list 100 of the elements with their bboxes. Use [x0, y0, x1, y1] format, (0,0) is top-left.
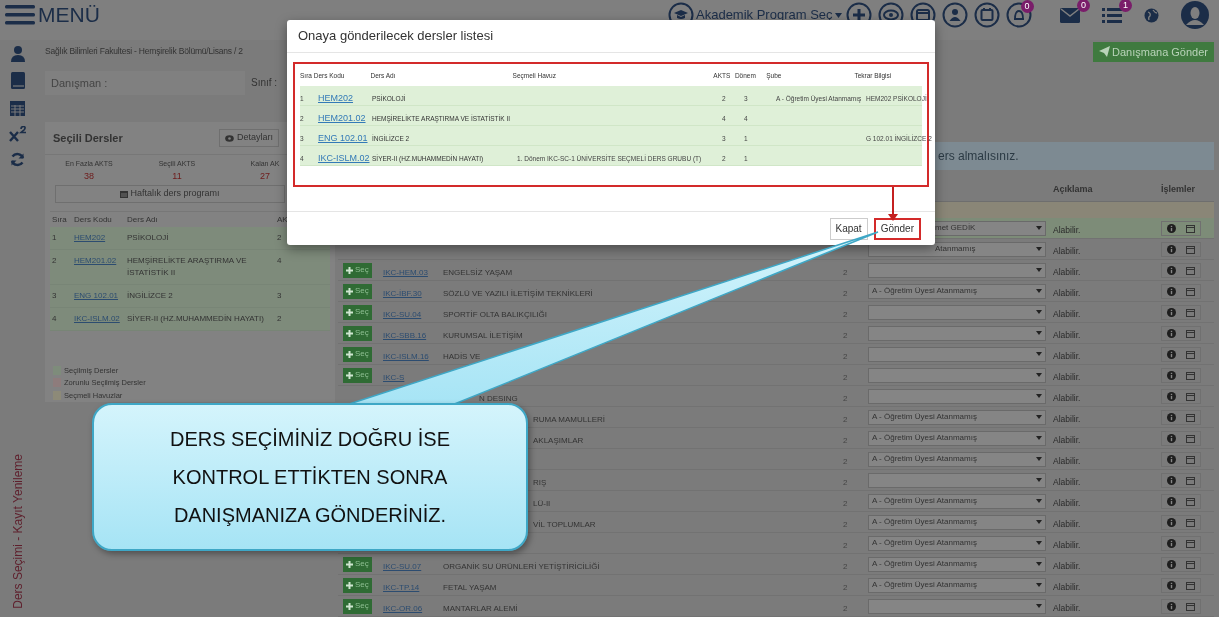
course-code-link[interactable]: HEM202: [314, 92, 353, 103]
calendar-icon[interactable]: [1186, 601, 1195, 611]
info-icon[interactable]: [1167, 328, 1176, 338]
calendar-icon[interactable]: [1186, 370, 1195, 380]
mail-icon[interactable]: [1060, 7, 1080, 23]
section-dropdown[interactable]: A - Öğretim Üyesi Atanmamış: [868, 409, 1046, 425]
section-dropdown[interactable]: A - Öğretim Üyesi Atanmamış: [868, 514, 1046, 530]
select-button[interactable]: Seç: [343, 283, 372, 299]
select-button[interactable]: Seç: [343, 577, 372, 593]
select-button[interactable]: Seç: [343, 304, 372, 320]
course-code-link[interactable]: IKC-SBB.16: [383, 331, 427, 340]
globe-icon[interactable]: [1144, 7, 1159, 23]
course-code-link[interactable]: IKC-İBF.30: [383, 289, 422, 298]
select-button[interactable]: Seç: [343, 367, 372, 383]
calendar-icon[interactable]: [1186, 391, 1195, 401]
avatar-icon[interactable]: [1181, 1, 1209, 29]
section-dropdown[interactable]: A - Öğretim Üyesi Atanmamış: [868, 430, 1046, 446]
close-button[interactable]: Kapat: [829, 217, 868, 240]
section-dropdown[interactable]: A - Öğretim Üyesi Atanmamış: [868, 577, 1046, 593]
select-button[interactable]: Seç: [343, 262, 372, 278]
section-dropdown[interactable]: A - Öğretim Üyesi Atanmamış: [868, 535, 1046, 551]
course-code-link[interactable]: IKC-ISLM.02: [74, 314, 120, 323]
section-dropdown[interactable]: A - Öğretim Üyesi Atanmamış: [868, 493, 1046, 509]
details-button[interactable]: Detayları: [219, 129, 279, 147]
course-code-link[interactable]: IKC-SU.04: [383, 310, 422, 319]
calendar-icon[interactable]: [1186, 496, 1195, 506]
calendar-icon[interactable]: [1186, 433, 1195, 443]
user-icon[interactable]: [10, 46, 25, 62]
info-icon[interactable]: [1167, 475, 1176, 485]
weekly-schedule-button[interactable]: Haftalık ders programı: [55, 185, 285, 203]
info-icon[interactable]: [1167, 286, 1176, 296]
info-icon[interactable]: [1167, 580, 1176, 590]
table-cell-text: 2: [276, 232, 283, 244]
info-icon[interactable]: [1167, 307, 1176, 317]
section-dropdown[interactable]: A - Öğretim Üyesi Atanmamış: [868, 451, 1046, 467]
select-button[interactable]: Seç: [343, 556, 372, 572]
course-name: FETAL YAŞAM: [443, 583, 497, 592]
select-button[interactable]: Seç: [343, 598, 372, 614]
info-icon[interactable]: [1167, 496, 1176, 506]
info-icon[interactable]: [1167, 517, 1176, 527]
info-icon[interactable]: [1167, 391, 1176, 401]
select-button[interactable]: Seç: [343, 346, 372, 362]
calendar-icon[interactable]: [1186, 223, 1195, 233]
info-icon[interactable]: [1167, 223, 1176, 233]
menu-label[interactable]: MENÜ: [38, 0, 100, 31]
course-code-link[interactable]: ENG 102.01: [314, 132, 368, 143]
calendar-icon[interactable]: [1186, 349, 1195, 359]
info-icon[interactable]: [1167, 538, 1176, 548]
course-code-link[interactable]: IKC-OR.06: [383, 604, 423, 613]
info-icon[interactable]: [1167, 370, 1176, 380]
info-icon[interactable]: [1167, 433, 1176, 443]
info-icon[interactable]: [1167, 412, 1176, 422]
section-dropdown[interactable]: A - Öğretim Üyesi Atanmamış: [868, 556, 1046, 572]
caret-icon: [1036, 226, 1042, 230]
book-icon[interactable]: [10, 72, 25, 89]
course-code-link[interactable]: IKC-HEM.03: [383, 268, 428, 277]
calendar-icon[interactable]: [1186, 538, 1195, 548]
bell-icon[interactable]: [1005, 2, 1032, 28]
calendar-icon[interactable]: [1186, 265, 1195, 275]
calendar-icon[interactable]: [1186, 517, 1195, 527]
user-icon[interactable]: [941, 2, 968, 28]
course-code-link[interactable]: HEM201.02: [74, 256, 117, 265]
course-code-link[interactable]: HEM202: [74, 233, 106, 242]
calendar-icon[interactable]: [1186, 328, 1195, 338]
status-text: Alabilir.: [1053, 498, 1081, 508]
course-code-link[interactable]: IKC-S: [383, 373, 405, 382]
calendar-icon[interactable]: [1186, 307, 1195, 317]
refresh-icon[interactable]: [10, 152, 25, 167]
course-code-link[interactable]: HEM201.02: [314, 112, 366, 123]
calendar-icon[interactable]: [973, 2, 1000, 28]
info-icon[interactable]: [1167, 265, 1176, 275]
calendar-icon[interactable]: [1186, 244, 1195, 254]
course-name: ENGELSİZ YAŞAM: [443, 268, 513, 277]
send-to-advisor-button[interactable]: Danışmana Gönder: [1093, 41, 1214, 62]
info-icon[interactable]: [1167, 349, 1176, 359]
course-code-link[interactable]: IKC-ISLM.16: [383, 352, 429, 361]
course-code-link[interactable]: ENG 102.01: [74, 291, 119, 300]
calendar-icon[interactable]: [1186, 475, 1195, 485]
superscript-icon[interactable]: [8, 126, 27, 142]
calendar-icon[interactable]: [1186, 286, 1195, 296]
menu-icon[interactable]: [5, 4, 35, 26]
calendar-icon[interactable]: [1186, 454, 1195, 464]
section-dropdown[interactable]: A - Öğretim Üyesi Atanmamış: [868, 283, 1046, 299]
select-button[interactable]: Seç: [343, 325, 372, 341]
calendar-icon[interactable]: [1186, 412, 1195, 422]
info-icon[interactable]: [1167, 559, 1176, 569]
course-name: SÖZLÜ VE YAZILI İLETİŞİM TEKNİKLERİ: [443, 289, 593, 298]
send-button[interactable]: Gönder: [873, 217, 921, 240]
stat-value: 27: [260, 169, 270, 183]
info-icon[interactable]: [1167, 601, 1176, 611]
info-icon[interactable]: [1167, 454, 1176, 464]
section-dropdown[interactable]: Atanmamış: [868, 241, 1046, 257]
calendar-icon[interactable]: [1186, 559, 1195, 569]
info-icon[interactable]: [1167, 244, 1176, 254]
course-code-link[interactable]: IKC-SU.07: [383, 562, 422, 571]
course-code-link[interactable]: IKC-TP.14: [383, 583, 420, 592]
caret-icon: [1036, 373, 1042, 377]
calendar-icon[interactable]: [1186, 580, 1195, 590]
calendar-icon[interactable]: [10, 99, 25, 116]
list-icon[interactable]: [1102, 7, 1122, 23]
